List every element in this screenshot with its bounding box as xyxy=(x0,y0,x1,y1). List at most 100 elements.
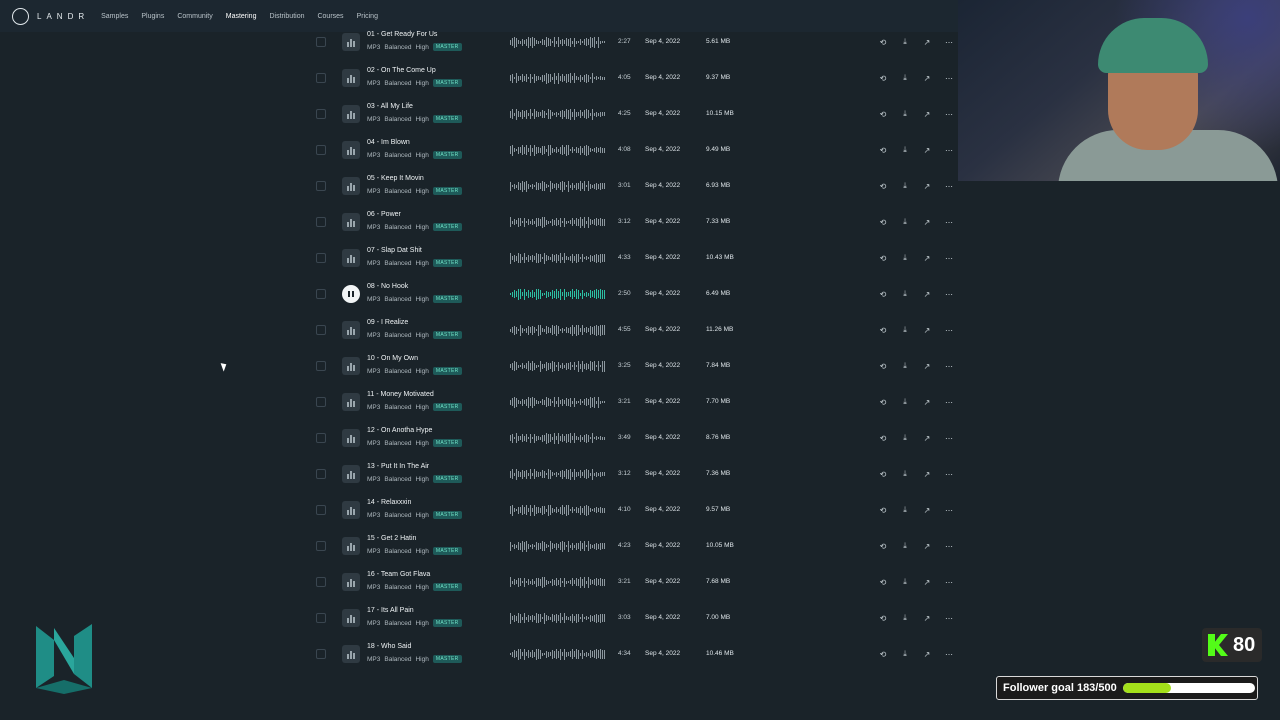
track-waveform[interactable] xyxy=(510,216,610,228)
track-waveform[interactable] xyxy=(510,72,610,84)
track-waveform[interactable] xyxy=(510,576,610,588)
track-row[interactable]: 16 - Team Got Flava MP3 Balanced High MA… xyxy=(300,564,960,600)
track-play-thumbnail[interactable] xyxy=(342,645,360,663)
revise-icon[interactable]: ⟲ xyxy=(876,611,890,625)
share-icon[interactable]: ↗ xyxy=(920,575,934,589)
revise-icon[interactable]: ⟲ xyxy=(876,431,890,445)
more-icon[interactable]: ⋯ xyxy=(942,611,956,625)
track-row[interactable]: 18 - Who Said MP3 Balanced High MASTER 4… xyxy=(300,636,960,672)
track-waveform[interactable] xyxy=(510,324,610,336)
track-play-thumbnail[interactable] xyxy=(342,249,360,267)
track-checkbox[interactable] xyxy=(316,73,326,83)
track-row[interactable]: 14 - Relaxxxin MP3 Balanced High MASTER … xyxy=(300,492,960,528)
track-row[interactable]: 10 - On My Own MP3 Balanced High MASTER … xyxy=(300,348,960,384)
more-icon[interactable]: ⋯ xyxy=(942,35,956,49)
download-icon[interactable]: ⤓ xyxy=(898,71,912,85)
track-play-thumbnail[interactable] xyxy=(342,141,360,159)
revise-icon[interactable]: ⟲ xyxy=(876,647,890,661)
track-waveform[interactable] xyxy=(510,540,610,552)
share-icon[interactable]: ↗ xyxy=(920,503,934,517)
nav-community[interactable]: Community xyxy=(177,13,212,20)
share-icon[interactable]: ↗ xyxy=(920,71,934,85)
revise-icon[interactable]: ⟲ xyxy=(876,107,890,121)
track-row[interactable]: 06 - Power MP3 Balanced High MASTER 3:12… xyxy=(300,204,960,240)
download-icon[interactable]: ⤓ xyxy=(898,539,912,553)
track-play-thumbnail[interactable] xyxy=(342,465,360,483)
download-icon[interactable]: ⤓ xyxy=(898,143,912,157)
track-checkbox[interactable] xyxy=(316,577,326,587)
nav-pricing[interactable]: Pricing xyxy=(357,13,378,20)
track-waveform[interactable] xyxy=(510,432,610,444)
track-waveform[interactable] xyxy=(510,144,610,156)
track-waveform[interactable] xyxy=(510,468,610,480)
revise-icon[interactable]: ⟲ xyxy=(876,143,890,157)
track-title[interactable]: 08 - No Hook xyxy=(367,283,408,290)
track-row[interactable]: 15 - Get 2 Hatin MP3 Balanced High MASTE… xyxy=(300,528,960,564)
track-row[interactable]: 08 - No Hook MP3 Balanced High MASTER 2:… xyxy=(300,276,960,312)
share-icon[interactable]: ↗ xyxy=(920,35,934,49)
track-checkbox[interactable] xyxy=(316,505,326,515)
share-icon[interactable]: ↗ xyxy=(920,611,934,625)
track-checkbox[interactable] xyxy=(316,325,326,335)
download-icon[interactable]: ⤓ xyxy=(898,215,912,229)
track-checkbox[interactable] xyxy=(316,361,326,371)
share-icon[interactable]: ↗ xyxy=(920,647,934,661)
share-icon[interactable]: ↗ xyxy=(920,431,934,445)
share-icon[interactable]: ↗ xyxy=(920,107,934,121)
more-icon[interactable]: ⋯ xyxy=(942,143,956,157)
track-play-thumbnail[interactable] xyxy=(342,357,360,375)
track-waveform[interactable] xyxy=(510,288,610,300)
track-waveform[interactable] xyxy=(510,648,610,660)
track-row[interactable]: 01 - Get Ready For Us MP3 Balanced High … xyxy=(300,24,960,60)
track-play-thumbnail[interactable] xyxy=(342,213,360,231)
track-title[interactable]: 03 - All My Life xyxy=(367,103,413,110)
more-icon[interactable]: ⋯ xyxy=(942,503,956,517)
revise-icon[interactable]: ⟲ xyxy=(876,287,890,301)
more-icon[interactable]: ⋯ xyxy=(942,71,956,85)
more-icon[interactable]: ⋯ xyxy=(942,179,956,193)
share-icon[interactable]: ↗ xyxy=(920,539,934,553)
download-icon[interactable]: ⤓ xyxy=(898,467,912,481)
revise-icon[interactable]: ⟲ xyxy=(876,467,890,481)
revise-icon[interactable]: ⟲ xyxy=(876,575,890,589)
download-icon[interactable]: ⤓ xyxy=(898,395,912,409)
track-checkbox[interactable] xyxy=(316,181,326,191)
share-icon[interactable]: ↗ xyxy=(920,395,934,409)
track-title[interactable]: 09 - I Realize xyxy=(367,319,408,326)
track-play-thumbnail[interactable] xyxy=(342,537,360,555)
track-title[interactable]: 05 - Keep It Movin xyxy=(367,175,424,182)
nav-plugins[interactable]: Plugins xyxy=(141,13,164,20)
pause-button[interactable] xyxy=(342,285,360,303)
track-row[interactable]: 03 - All My Life MP3 Balanced High MASTE… xyxy=(300,96,960,132)
download-icon[interactable]: ⤓ xyxy=(898,251,912,265)
more-icon[interactable]: ⋯ xyxy=(942,647,956,661)
track-title[interactable]: 18 - Who Said xyxy=(367,643,411,650)
share-icon[interactable]: ↗ xyxy=(920,467,934,481)
track-title[interactable]: 17 - Its All Pain xyxy=(367,607,414,614)
track-title[interactable]: 07 - Slap Dat Shit xyxy=(367,247,422,254)
track-row[interactable]: 05 - Keep It Movin MP3 Balanced High MAS… xyxy=(300,168,960,204)
more-icon[interactable]: ⋯ xyxy=(942,575,956,589)
track-checkbox[interactable] xyxy=(316,541,326,551)
track-waveform[interactable] xyxy=(510,396,610,408)
track-row[interactable]: 12 - On Anotha Hype MP3 Balanced High MA… xyxy=(300,420,960,456)
track-play-thumbnail[interactable] xyxy=(342,69,360,87)
revise-icon[interactable]: ⟲ xyxy=(876,35,890,49)
track-title[interactable]: 10 - On My Own xyxy=(367,355,418,362)
track-checkbox[interactable] xyxy=(316,397,326,407)
revise-icon[interactable]: ⟲ xyxy=(876,359,890,373)
more-icon[interactable]: ⋯ xyxy=(942,539,956,553)
landr-logo[interactable]: LANDR xyxy=(12,7,89,25)
track-row[interactable]: 09 - I Realize MP3 Balanced High MASTER … xyxy=(300,312,960,348)
track-row[interactable]: 13 - Put It In The Air MP3 Balanced High… xyxy=(300,456,960,492)
track-play-thumbnail[interactable] xyxy=(342,573,360,591)
revise-icon[interactable]: ⟲ xyxy=(876,395,890,409)
download-icon[interactable]: ⤓ xyxy=(898,611,912,625)
track-title[interactable]: 04 - Im Blown xyxy=(367,139,410,146)
track-title[interactable]: 11 - Money Motivated xyxy=(367,391,434,398)
share-icon[interactable]: ↗ xyxy=(920,143,934,157)
more-icon[interactable]: ⋯ xyxy=(942,107,956,121)
download-icon[interactable]: ⤓ xyxy=(898,431,912,445)
track-play-thumbnail[interactable] xyxy=(342,33,360,51)
track-row[interactable]: 07 - Slap Dat Shit MP3 Balanced High MAS… xyxy=(300,240,960,276)
